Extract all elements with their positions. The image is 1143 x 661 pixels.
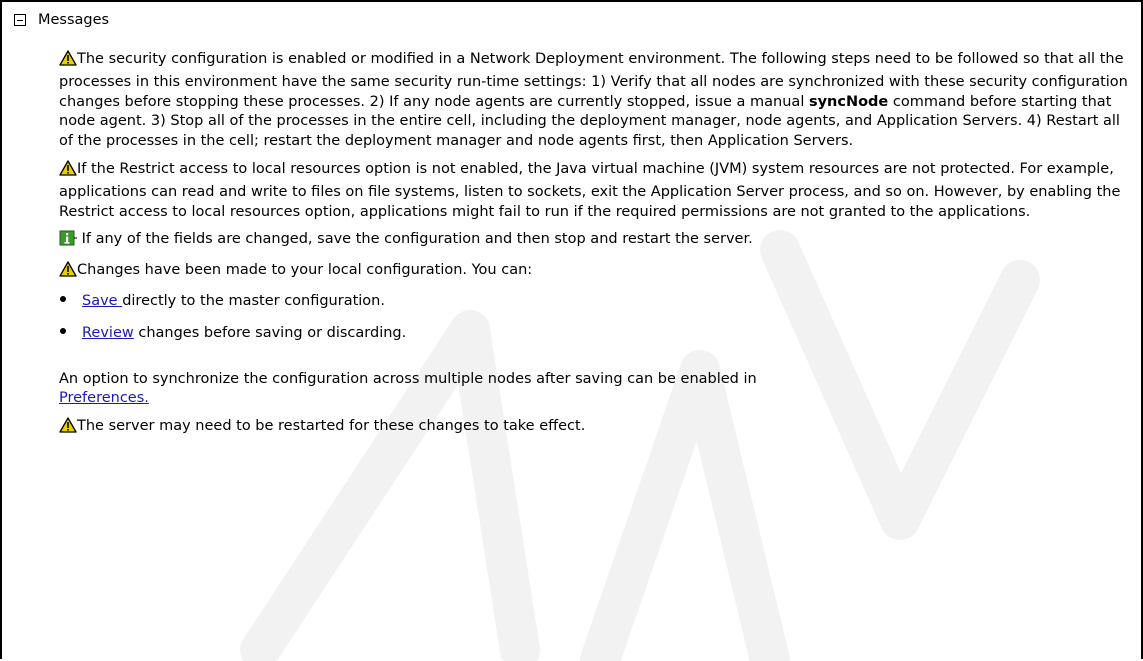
info-icon: [59, 230, 77, 253]
message-fields-changed: If any of the fields are changed, save t…: [59, 230, 1134, 253]
message-security-config: The security configuration is enabled or…: [59, 50, 1134, 152]
messages-header: Messages: [14, 12, 109, 28]
warning-icon: [59, 417, 77, 440]
list-item-text: changes before saving or discarding.: [133, 324, 407, 341]
sync-note: An option to synchronize the configurati…: [59, 370, 1134, 410]
list-item-text: directly to the master configuration.: [122, 292, 385, 309]
list-item-save: Save directly to the master configuratio…: [59, 292, 1134, 312]
messages-content: The security configuration is enabled or…: [59, 50, 1134, 448]
message-text: If any of the fields are changed, save t…: [77, 231, 753, 248]
message-text: If the Restrict access to local resource…: [59, 160, 1121, 220]
message-restrict-access: If the Restrict access to local resource…: [59, 160, 1134, 222]
message-changes-made: Changes have been made to your local con…: [59, 261, 1134, 284]
save-link[interactable]: Save: [82, 293, 122, 309]
sync-note-text: An option to synchronize the configurati…: [59, 370, 757, 387]
bullet-icon: [60, 327, 66, 334]
message-text: The server may need to be restarted for …: [77, 418, 586, 435]
preferences-link[interactable]: Preferences.: [59, 390, 149, 406]
message-restart-required: The server may need to be restarted for …: [59, 417, 1134, 440]
message-bold-command: syncNode: [808, 93, 889, 110]
review-link[interactable]: Review: [82, 325, 134, 341]
warning-icon: [59, 160, 77, 183]
list-item-review: Review changes before saving or discardi…: [59, 324, 1134, 344]
collapse-icon[interactable]: [14, 14, 26, 26]
message-text: Changes have been made to your local con…: [77, 262, 533, 279]
warning-icon: [59, 50, 77, 73]
bullet-icon: [60, 295, 66, 302]
messages-title: Messages: [38, 12, 110, 28]
warning-icon: [59, 261, 77, 284]
